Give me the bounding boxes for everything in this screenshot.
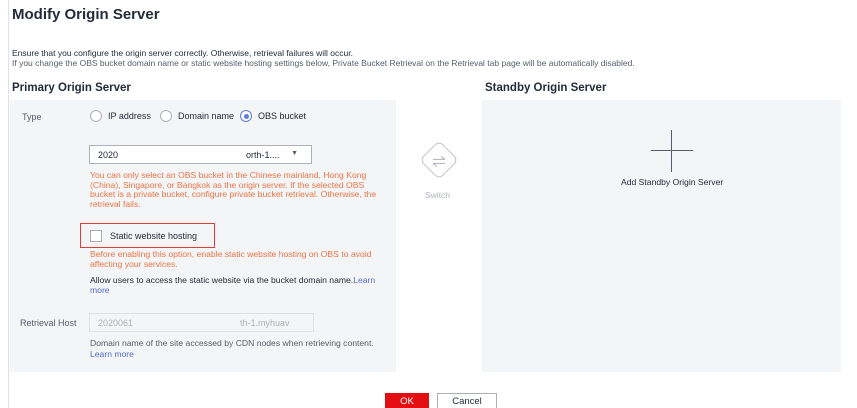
radio-label: OBS bucket (258, 111, 307, 121)
bucket-warning-text: You can only select an OBS bucket in the… (90, 170, 377, 209)
bucket-value-start: 2020 (98, 150, 119, 160)
ok-label: OK (400, 395, 414, 407)
radio-circle-icon (160, 110, 172, 122)
host-value-end: th-1.myhuav (240, 318, 290, 328)
static-hosting-label: Static website hosting (110, 230, 198, 241)
switch-button[interactable] (419, 140, 459, 180)
swap-arrows-icon (432, 156, 446, 167)
learn-more-link[interactable]: Learn more (90, 349, 134, 359)
ok-button[interactable]: OK (385, 393, 429, 408)
radio-obs-bucket[interactable]: OBS bucket (240, 109, 306, 123)
primary-section-title: Primary Origin Server (12, 82, 131, 94)
access-text: Allow users to access the static website… (90, 275, 354, 285)
radio-selected-icon (240, 110, 252, 122)
retrieval-host-hint: Domain name of the site accessed by CDN … (90, 338, 390, 360)
dialog-left-border (8, 0, 9, 408)
radio-domain-name[interactable]: Domain name (160, 109, 234, 123)
notice-subtext: If you change the OBS bucket domain name… (12, 58, 635, 68)
radio-label: Domain name (178, 111, 235, 121)
host-hint-text: Domain name of the site accessed by CDN … (90, 338, 374, 348)
retrieval-host-label: Retrieval Host (20, 318, 77, 328)
type-label: Type (22, 112, 42, 122)
switch-label: Switch (425, 190, 451, 200)
standby-section-title: Standby Origin Server (485, 82, 607, 94)
static-hosting-warning: Before enabling this option, enable stat… (90, 249, 372, 269)
redacted-mask (128, 149, 246, 160)
dialog-title: Modify Origin Server (12, 6, 160, 23)
obs-bucket-select[interactable]: 2020 orth-1.... ▼ (89, 145, 312, 164)
cancel-label: Cancel (452, 395, 482, 407)
plus-icon[interactable] (651, 130, 693, 172)
radio-ip-address[interactable]: IP address (90, 109, 151, 123)
caret-down-icon: ▼ (291, 150, 298, 157)
checkbox-icon (90, 229, 102, 242)
notice-text: Ensure that you configure the origin ser… (12, 48, 353, 58)
static-hosting-checkbox[interactable]: Static website hosting (90, 229, 197, 242)
cancel-button[interactable]: Cancel (437, 393, 497, 408)
radio-label: IP address (108, 111, 151, 121)
bucket-value-end: orth-1.... (246, 150, 280, 160)
radio-circle-icon (90, 110, 102, 122)
retrieval-host-input: 2020061 th-1.myhuav (89, 313, 314, 332)
host-value-start: 2020061 (98, 318, 134, 328)
redacted-mask (150, 317, 246, 328)
add-standby-origin-label[interactable]: Add Standby Origin Server (621, 177, 723, 187)
access-description: Allow users to access the static website… (90, 275, 390, 295)
